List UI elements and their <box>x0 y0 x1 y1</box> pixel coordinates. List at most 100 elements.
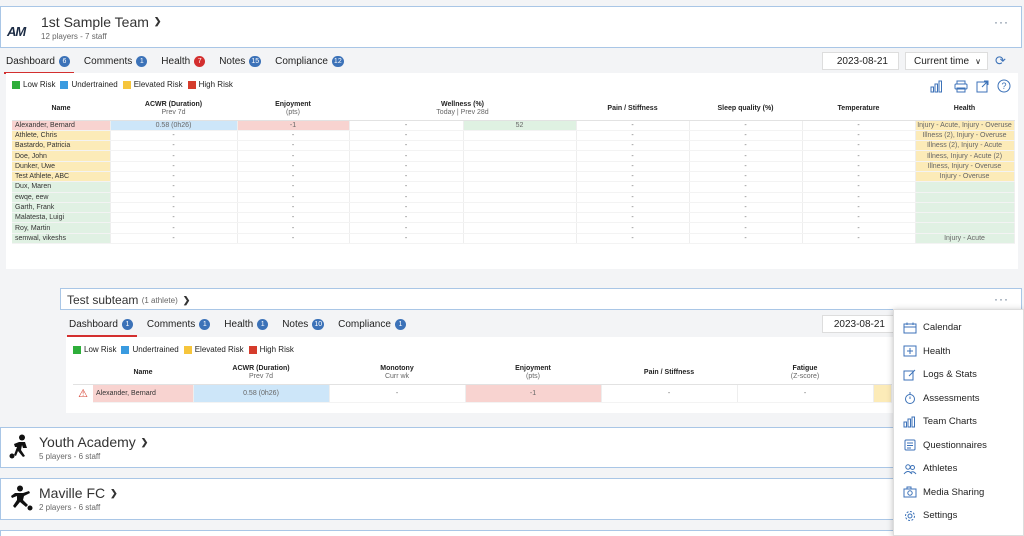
warning-icon: ⚠ <box>78 387 88 400</box>
athlete-name[interactable]: Dux, Maren <box>12 181 111 193</box>
menu-item-settings[interactable]: Settings <box>894 504 1023 528</box>
col-header-name[interactable]: Name <box>93 362 193 385</box>
more-options-button[interactable]: ··· <box>994 292 1009 306</box>
table-row[interactable]: Dunker, Uwe - - - - - - Illness, Injury - Overu… <box>12 161 1015 172</box>
date-picker[interactable]: 2023-08-21 <box>822 315 896 333</box>
table-row[interactable]: ewqe, eew - - - - - - <box>12 192 1015 203</box>
pain-value: - <box>576 140 690 152</box>
col-header-temperature[interactable]: Temperature <box>802 98 915 121</box>
tab-dashboard[interactable]: Dashboard 6 <box>4 52 74 74</box>
menu-item-logs-stats[interactable]: Logs & Stats <box>894 363 1023 387</box>
table-row[interactable]: semwal, vikeshs - - - - - - Injury - Acute <box>12 233 1015 245</box>
col-header-enjoyment[interactable]: Enjoyment (pts) <box>465 362 601 385</box>
team-name-dropdown[interactable]: 1st Sample Team ❯ <box>41 14 161 30</box>
app-logo: AM <box>7 23 26 39</box>
athlete-name[interactable]: Test Athlete, ABC <box>12 171 111 183</box>
acwr-value: - <box>110 192 238 203</box>
col-header-name[interactable]: Name <box>12 98 110 121</box>
menu-item-athletes[interactable]: Athletes <box>894 457 1023 481</box>
table-row[interactable]: Dux, Maren - - - - - - <box>12 181 1015 193</box>
time-select[interactable]: Current time ∨ <box>905 52 988 70</box>
health-value: Injury - Acute <box>915 233 1015 245</box>
tab-dashboard[interactable]: Dashboard 1 <box>67 315 137 337</box>
wellness-prev-value <box>463 181 577 193</box>
athlete-name[interactable]: Bastardo, Patricia <box>12 140 111 152</box>
temperature-value: - <box>802 130 916 142</box>
external-link-icon[interactable] <box>976 80 989 96</box>
col-header-acwr[interactable]: ACWR (Duration) Prev 7d <box>110 98 237 121</box>
temperature-value: - <box>802 222 916 234</box>
menu-item-team-charts[interactable]: Team Charts <box>894 410 1023 434</box>
temperature-value: - <box>802 181 916 193</box>
athlete-name[interactable]: Malatesta, Luigi <box>12 212 111 224</box>
logs-edit-icon <box>903 369 917 381</box>
athlete-name[interactable]: Roy, Martin <box>12 222 111 234</box>
enjoyment-value: -1 <box>465 384 602 403</box>
wellness-prev-value <box>463 202 577 214</box>
team-name-dropdown[interactable]: Test subteam (1 athlete) ❯ <box>67 293 190 307</box>
acwr-value: - <box>110 171 238 183</box>
table-row[interactable]: Bastardo, Patricia - - - - - - Illness (2), Inj… <box>12 140 1015 152</box>
table-row[interactable]: ⚠ Alexander, Bernard 0.58 (0h26) - -1 - … <box>73 384 892 403</box>
athlete-name[interactable]: Athlete, Chris <box>12 130 111 142</box>
print-icon[interactable] <box>954 80 968 96</box>
athlete-name[interactable]: ewqe, eew <box>12 192 111 203</box>
tab-comments[interactable]: Comments 1 <box>84 52 148 70</box>
bar-chart-icon[interactable] <box>930 80 944 96</box>
col-header-sleep[interactable]: Sleep quality (%) <box>689 98 802 121</box>
athlete-name[interactable]: Doe, John <box>12 150 111 162</box>
wellness-prev-value <box>463 150 577 162</box>
col-header-acwr[interactable]: ACWR (Duration) Prev 7d <box>193 362 329 385</box>
col-header-pain[interactable]: Pain / Stiffness <box>576 98 689 121</box>
athlete-name[interactable]: Alexander, Bernard <box>93 384 194 403</box>
tab-notes[interactable]: Notes 15 <box>219 52 262 70</box>
athlete-name[interactable]: Dunker, Uwe <box>12 161 111 172</box>
menu-item-media-sharing[interactable]: Media Sharing <box>894 481 1023 505</box>
table-row[interactable]: Alexander, Bernard 0.58 (0h26) -1-52- - - Inj… <box>12 120 1015 131</box>
athlete-name[interactable]: semwal, vikeshs <box>12 233 111 245</box>
tab-health[interactable]: Health 1 <box>224 315 269 333</box>
table-row[interactable]: Athlete, Chris - - - - - - Illness (2), Injury … <box>12 130 1015 142</box>
acwr-value: - <box>110 130 238 142</box>
sleep-value: - <box>689 161 803 172</box>
pain-value: - <box>576 222 690 234</box>
health-value: Illness (2), Injury - Overuse <box>915 130 1015 142</box>
table-row[interactable]: Doe, John - - - - - - Illness, Injury - Acute (… <box>12 150 1015 162</box>
menu-item-questionnaires[interactable]: Questionnaires <box>894 434 1023 458</box>
athletes-icon <box>903 463 917 475</box>
table-row[interactable]: Malatesta, Luigi - - - - - - <box>12 212 1015 224</box>
athlete-name[interactable]: Garth, Frank <box>12 202 111 214</box>
menu-item-calendar[interactable]: Calendar <box>894 316 1023 340</box>
col-header-monotony[interactable]: Monotony Curr wk <box>329 362 465 385</box>
more-options-button[interactable]: ··· <box>994 15 1009 29</box>
acwr-value: - <box>110 212 238 224</box>
wellness-prev-value <box>463 222 577 234</box>
menu-item-health[interactable]: Health <box>894 340 1023 364</box>
acwr-value: - <box>110 140 238 152</box>
fatigue-value: - <box>737 384 874 403</box>
team-name-dropdown[interactable]: Youth Academy ❯ <box>39 434 148 450</box>
help-icon[interactable]: ? <box>997 79 1011 96</box>
col-header-health[interactable]: Health <box>915 98 1014 121</box>
health-plus-icon <box>903 345 917 357</box>
tab-health[interactable]: Health 7 <box>161 52 206 70</box>
col-header-fatigue[interactable]: Fatigue (Z-score) <box>737 362 873 385</box>
tab-compliance[interactable]: Compliance 12 <box>275 52 344 70</box>
enjoyment-value: - <box>237 130 350 142</box>
col-header-wellness[interactable]: Wellness (%) Today | Prev 28d <box>349 98 576 121</box>
refresh-icon[interactable]: ⟳ <box>995 53 1006 69</box>
team-name-dropdown[interactable]: Maville FC ❯ <box>39 485 118 501</box>
athlete-name[interactable]: Alexander, Bernard <box>12 120 111 131</box>
col-header-enjoyment[interactable]: Enjoyment (pts) <box>237 98 349 121</box>
sleep-value: - <box>689 130 803 142</box>
pain-value: - <box>576 161 690 172</box>
date-picker[interactable]: 2023-08-21 <box>822 52 899 70</box>
tab-notes[interactable]: Notes 10 <box>282 315 325 333</box>
table-row[interactable]: Roy, Martin - - - - - - <box>12 222 1015 234</box>
tab-compliance[interactable]: Compliance 1 <box>338 315 406 333</box>
menu-item-assessments[interactable]: Assessments <box>894 387 1023 411</box>
table-row[interactable]: Garth, Frank - - - - - - <box>12 202 1015 214</box>
col-header-pain[interactable]: Pain / Stiffness <box>601 362 737 385</box>
table-row[interactable]: Test Athlete, ABC - - - - - - Injury - Overuse <box>12 171 1015 183</box>
tab-comments[interactable]: Comments 1 <box>147 315 211 333</box>
